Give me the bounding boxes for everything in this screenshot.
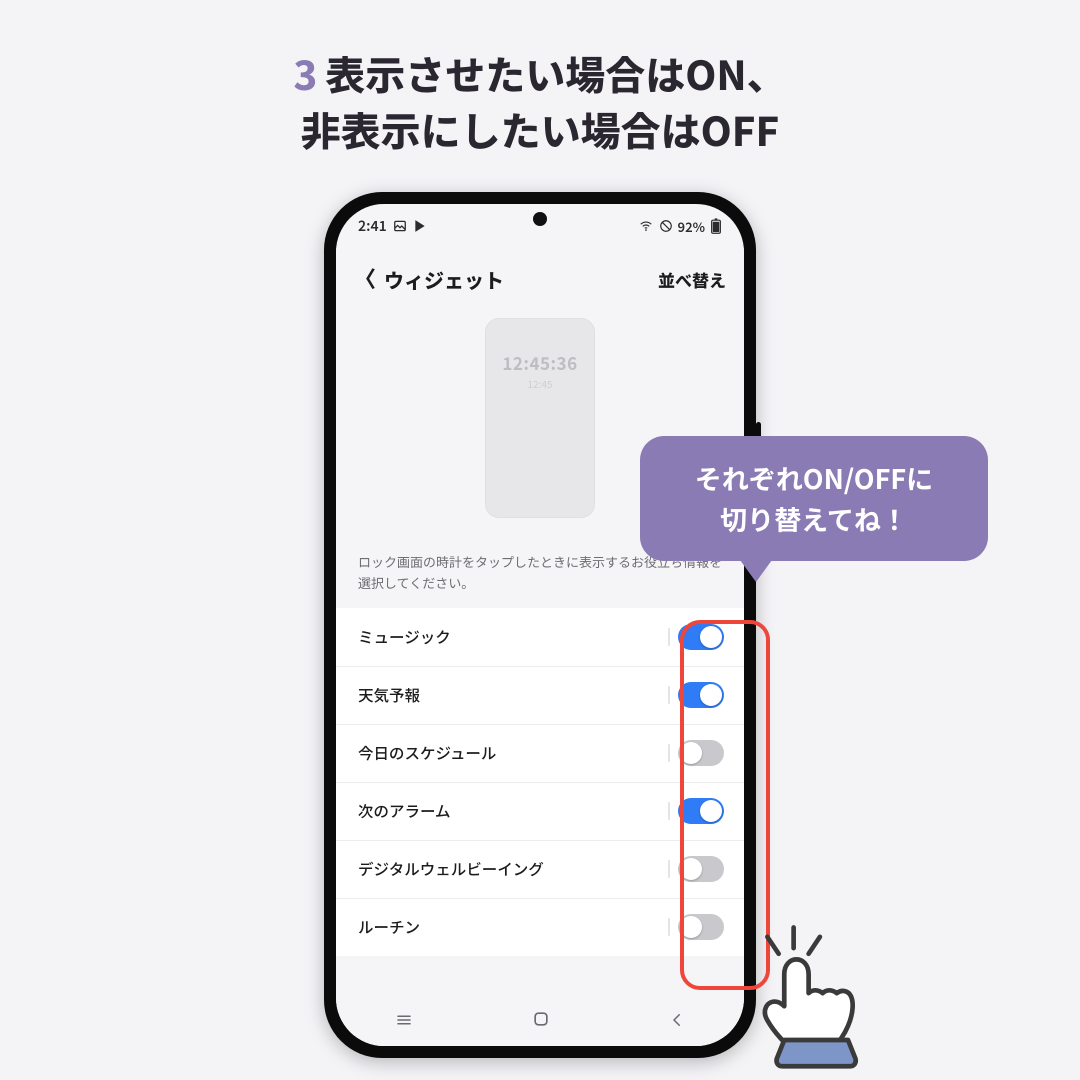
toggle-switch[interactable] [678,856,724,882]
android-navbar [336,998,744,1046]
list-item-label: 天気予報 [358,684,420,706]
list-item[interactable]: 次のアラーム [336,782,744,840]
drag-handle-icon [668,802,670,820]
preview-clock: 12:45:36 [502,350,577,375]
phone-frame: 2:41 92% [324,192,756,1058]
toggle-switch[interactable] [678,624,724,650]
list-item[interactable]: 今日のスケジュール [336,724,744,782]
drag-handle-icon [668,860,670,878]
phone-screen: 2:41 92% [336,204,744,1046]
annotation-speech-bubble: それぞれON/OFFに 切り替えてね！ [640,436,988,561]
nav-recent-icon[interactable] [394,1009,414,1035]
list-item-label: ルーチン [358,916,420,938]
list-item[interactable]: ルーチン [336,898,744,956]
statusbar-time: 2:41 [358,216,387,236]
heading-line2: 非表示にしたい場合はOFF [293,101,786,157]
tap-hand-icon [728,920,878,1070]
list-item[interactable]: 天気予報 [336,666,744,724]
back-icon[interactable]: 〈 [354,267,376,289]
list-item-label: ミュージック [358,626,451,648]
statusbar-battery-text: 92% [678,217,705,236]
nav-back-icon[interactable] [668,1009,686,1035]
list-item-label: 次のアラーム [358,800,451,822]
battery-icon [710,218,722,234]
list-item[interactable]: ミュージック [336,608,744,666]
drag-handle-icon [668,918,670,936]
bubble-line2: 切り替えてね！ [666,499,962,540]
drag-handle-icon [668,744,670,762]
toggle-switch[interactable] [678,798,724,824]
list-item-label: デジタルウェルビーイング [358,858,544,880]
bubble-line1: それぞれON/OFFに [666,458,962,499]
screen-title: ウィジェット [384,265,504,294]
nav-home-icon[interactable] [531,1009,551,1035]
preview-subclock: 12:45 [528,376,553,391]
widget-preview-card[interactable]: 12:45:36 12:45 [485,318,595,518]
step-number: 3 [293,44,317,102]
drag-handle-icon [668,686,670,704]
widget-toggle-list: ミュージック 天気予報 今日のスケジュール 次のアラーム デジタルウェルビーイン… [336,608,744,956]
do-not-disturb-icon [659,219,673,233]
list-item-label: 今日のスケジュール [358,742,496,764]
drag-handle-icon [668,628,670,646]
instruction-heading: 3表示させたい場合はON、 非表示にしたい場合はOFF [293,45,786,157]
list-item[interactable]: デジタルウェルビーイング [336,840,744,898]
screen-titlebar: 〈 ウィジェット 並べ替え [336,248,744,310]
phone-camera-dot [533,212,547,226]
heading-line1: 表示させたい場合はON、 [325,44,786,102]
sort-button[interactable]: 並べ替え [658,267,726,292]
toggle-switch[interactable] [678,914,724,940]
image-icon [393,219,407,233]
toggle-switch[interactable] [678,740,724,766]
status-bar: 2:41 92% [336,204,744,248]
wifi-icon [638,219,654,233]
toggle-switch[interactable] [678,682,724,708]
play-store-icon [413,219,427,233]
